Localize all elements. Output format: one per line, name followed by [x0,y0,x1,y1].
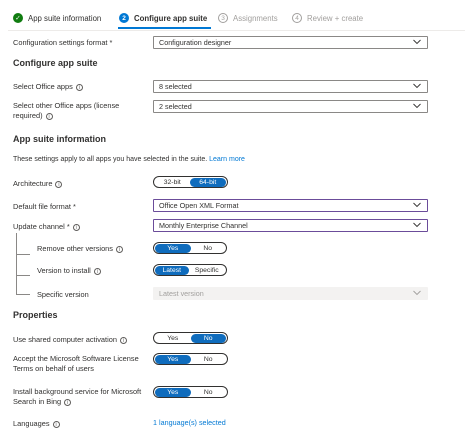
accept-license-toggle[interactable]: Yes No [153,353,228,365]
option-yes[interactable]: Yes [155,354,191,364]
dropdown-value: Configuration designer [159,38,232,47]
chevron-down-icon [413,222,421,228]
step-number-icon: 4 [292,13,302,23]
config-format-dropdown[interactable]: Configuration designer [153,36,428,49]
office-apps-label-text: Select Office apps [13,82,73,91]
chevron-down-icon [413,83,421,89]
chevron-down-icon [413,39,421,45]
info-icon[interactable]: i [45,112,53,120]
info-icon[interactable]: i [93,267,101,275]
dropdown-value: Office Open XML Format [159,201,239,210]
active-step-indicator [118,27,211,29]
bing-label-line1: Install background service for Microsoft [13,387,142,396]
info-icon[interactable]: i [72,223,80,231]
office-apps-dropdown[interactable]: 8 selected [153,80,428,93]
chevron-down-icon [413,103,421,109]
tree-connector [16,254,30,255]
option-yes[interactable]: Yes [155,243,191,253]
option-32-bit[interactable]: 32-bit [155,178,190,187]
accept-license-label: Accept the Microsoft Software License Te… [13,354,139,374]
update-channel-label-text: Update channel * [13,222,70,231]
step-label: Assignments [233,13,278,23]
other-apps-label-line2: required) [13,111,43,120]
divider [8,30,465,31]
remove-versions-label-text: Remove other versions [37,244,113,253]
description-text: These settings apply to all apps you hav… [13,156,208,163]
option-specific[interactable]: Specific [189,266,225,275]
specific-version-dropdown: Latest version [153,287,428,300]
version-install-toggle[interactable]: Latest Specific [153,264,227,276]
option-yes[interactable]: Yes [155,334,191,343]
step-assignments[interactable]: 3 Assignments [218,11,278,25]
architecture-toggle[interactable]: 32-bit 64-bit [153,176,228,188]
office-apps-label: Select Office apps i [13,82,83,92]
step-configure-app-suite[interactable]: 2 Configure app suite [119,11,207,25]
info-icon[interactable]: i [52,420,60,428]
step-label: Configure app suite [134,13,208,23]
info-icon[interactable]: i [75,83,83,91]
step-number-icon: 2 [119,13,129,23]
version-install-label: Version to install i [37,266,101,276]
remove-versions-toggle[interactable]: Yes No [153,242,227,254]
specific-version-label: Specific version [37,290,89,299]
section-description: These settings apply to all apps you hav… [13,156,245,163]
update-channel-label: Update channel * i [13,222,80,232]
config-format-label: Configuration settings format * [13,38,113,47]
bing-service-toggle[interactable]: Yes No [153,386,228,398]
shared-activation-label-text: Use shared computer activation [13,335,117,344]
bing-service-label: Install background service for Microsoft… [13,387,141,407]
architecture-label-text: Architecture [13,179,53,188]
info-icon[interactable]: i [55,180,63,188]
other-apps-label: Select other Office apps (license requir… [13,101,119,121]
version-install-label-text: Version to install [37,266,91,275]
info-icon[interactable]: i [119,336,127,344]
checkmark-icon: ✓ [13,13,23,23]
step-number-icon: 3 [218,13,228,23]
dropdown-value: 2 selected [159,102,192,111]
other-apps-dropdown[interactable]: 2 selected [153,100,428,113]
option-64-bit[interactable]: 64-bit [189,177,226,187]
step-label: App suite information [28,13,102,23]
info-icon[interactable]: i [116,245,123,253]
accept-license-label-line1: Accept the Microsoft Software License [13,354,139,363]
accept-license-label-line2: Terms on behalf of users [13,364,94,373]
option-yes[interactable]: Yes [155,387,191,397]
bing-label-line2: Search in Bing [13,397,62,406]
tree-connector [16,233,17,294]
dropdown-value: Monthly Enterprise Channel [159,221,248,230]
languages-link[interactable]: 1 language(s) selected [153,418,226,427]
option-no[interactable]: No [191,355,227,364]
architecture-label: Architecture i [13,179,63,189]
section-title-app-suite-info: App suite information [13,134,106,144]
languages-label: Languages i [13,419,60,429]
dropdown-value: 8 selected [159,82,192,91]
info-icon[interactable]: i [64,398,72,406]
shared-activation-toggle[interactable]: Yes No [153,332,228,344]
shared-activation-label: Use shared computer activation i [13,335,127,345]
step-review-create[interactable]: 4 Review + create [292,11,363,25]
learn-more-link[interactable]: Learn more [209,156,245,163]
option-no[interactable]: No [190,333,226,343]
section-title-configure: Configure app suite [13,58,98,68]
file-format-dropdown[interactable]: Office Open XML Format [153,199,428,212]
option-no[interactable]: No [191,244,226,253]
tree-connector [16,294,30,295]
update-channel-dropdown[interactable]: Monthly Enterprise Channel [153,219,428,232]
chevron-down-icon [413,202,421,208]
tree-connector [16,275,30,276]
file-format-label: Default file format * [13,202,76,211]
section-title-properties: Properties [13,310,58,320]
languages-label-text: Languages [13,419,50,428]
option-latest[interactable]: Latest [155,265,189,275]
other-apps-label-line1: Select other Office apps (license [13,101,120,110]
chevron-down-icon [413,290,421,296]
step-app-suite-information[interactable]: ✓ App suite information [13,11,101,25]
dropdown-value: Latest version [159,289,204,298]
option-no[interactable]: No [191,388,227,397]
remove-versions-label: Remove other versions i [37,244,123,254]
step-label: Review + create [307,13,364,23]
